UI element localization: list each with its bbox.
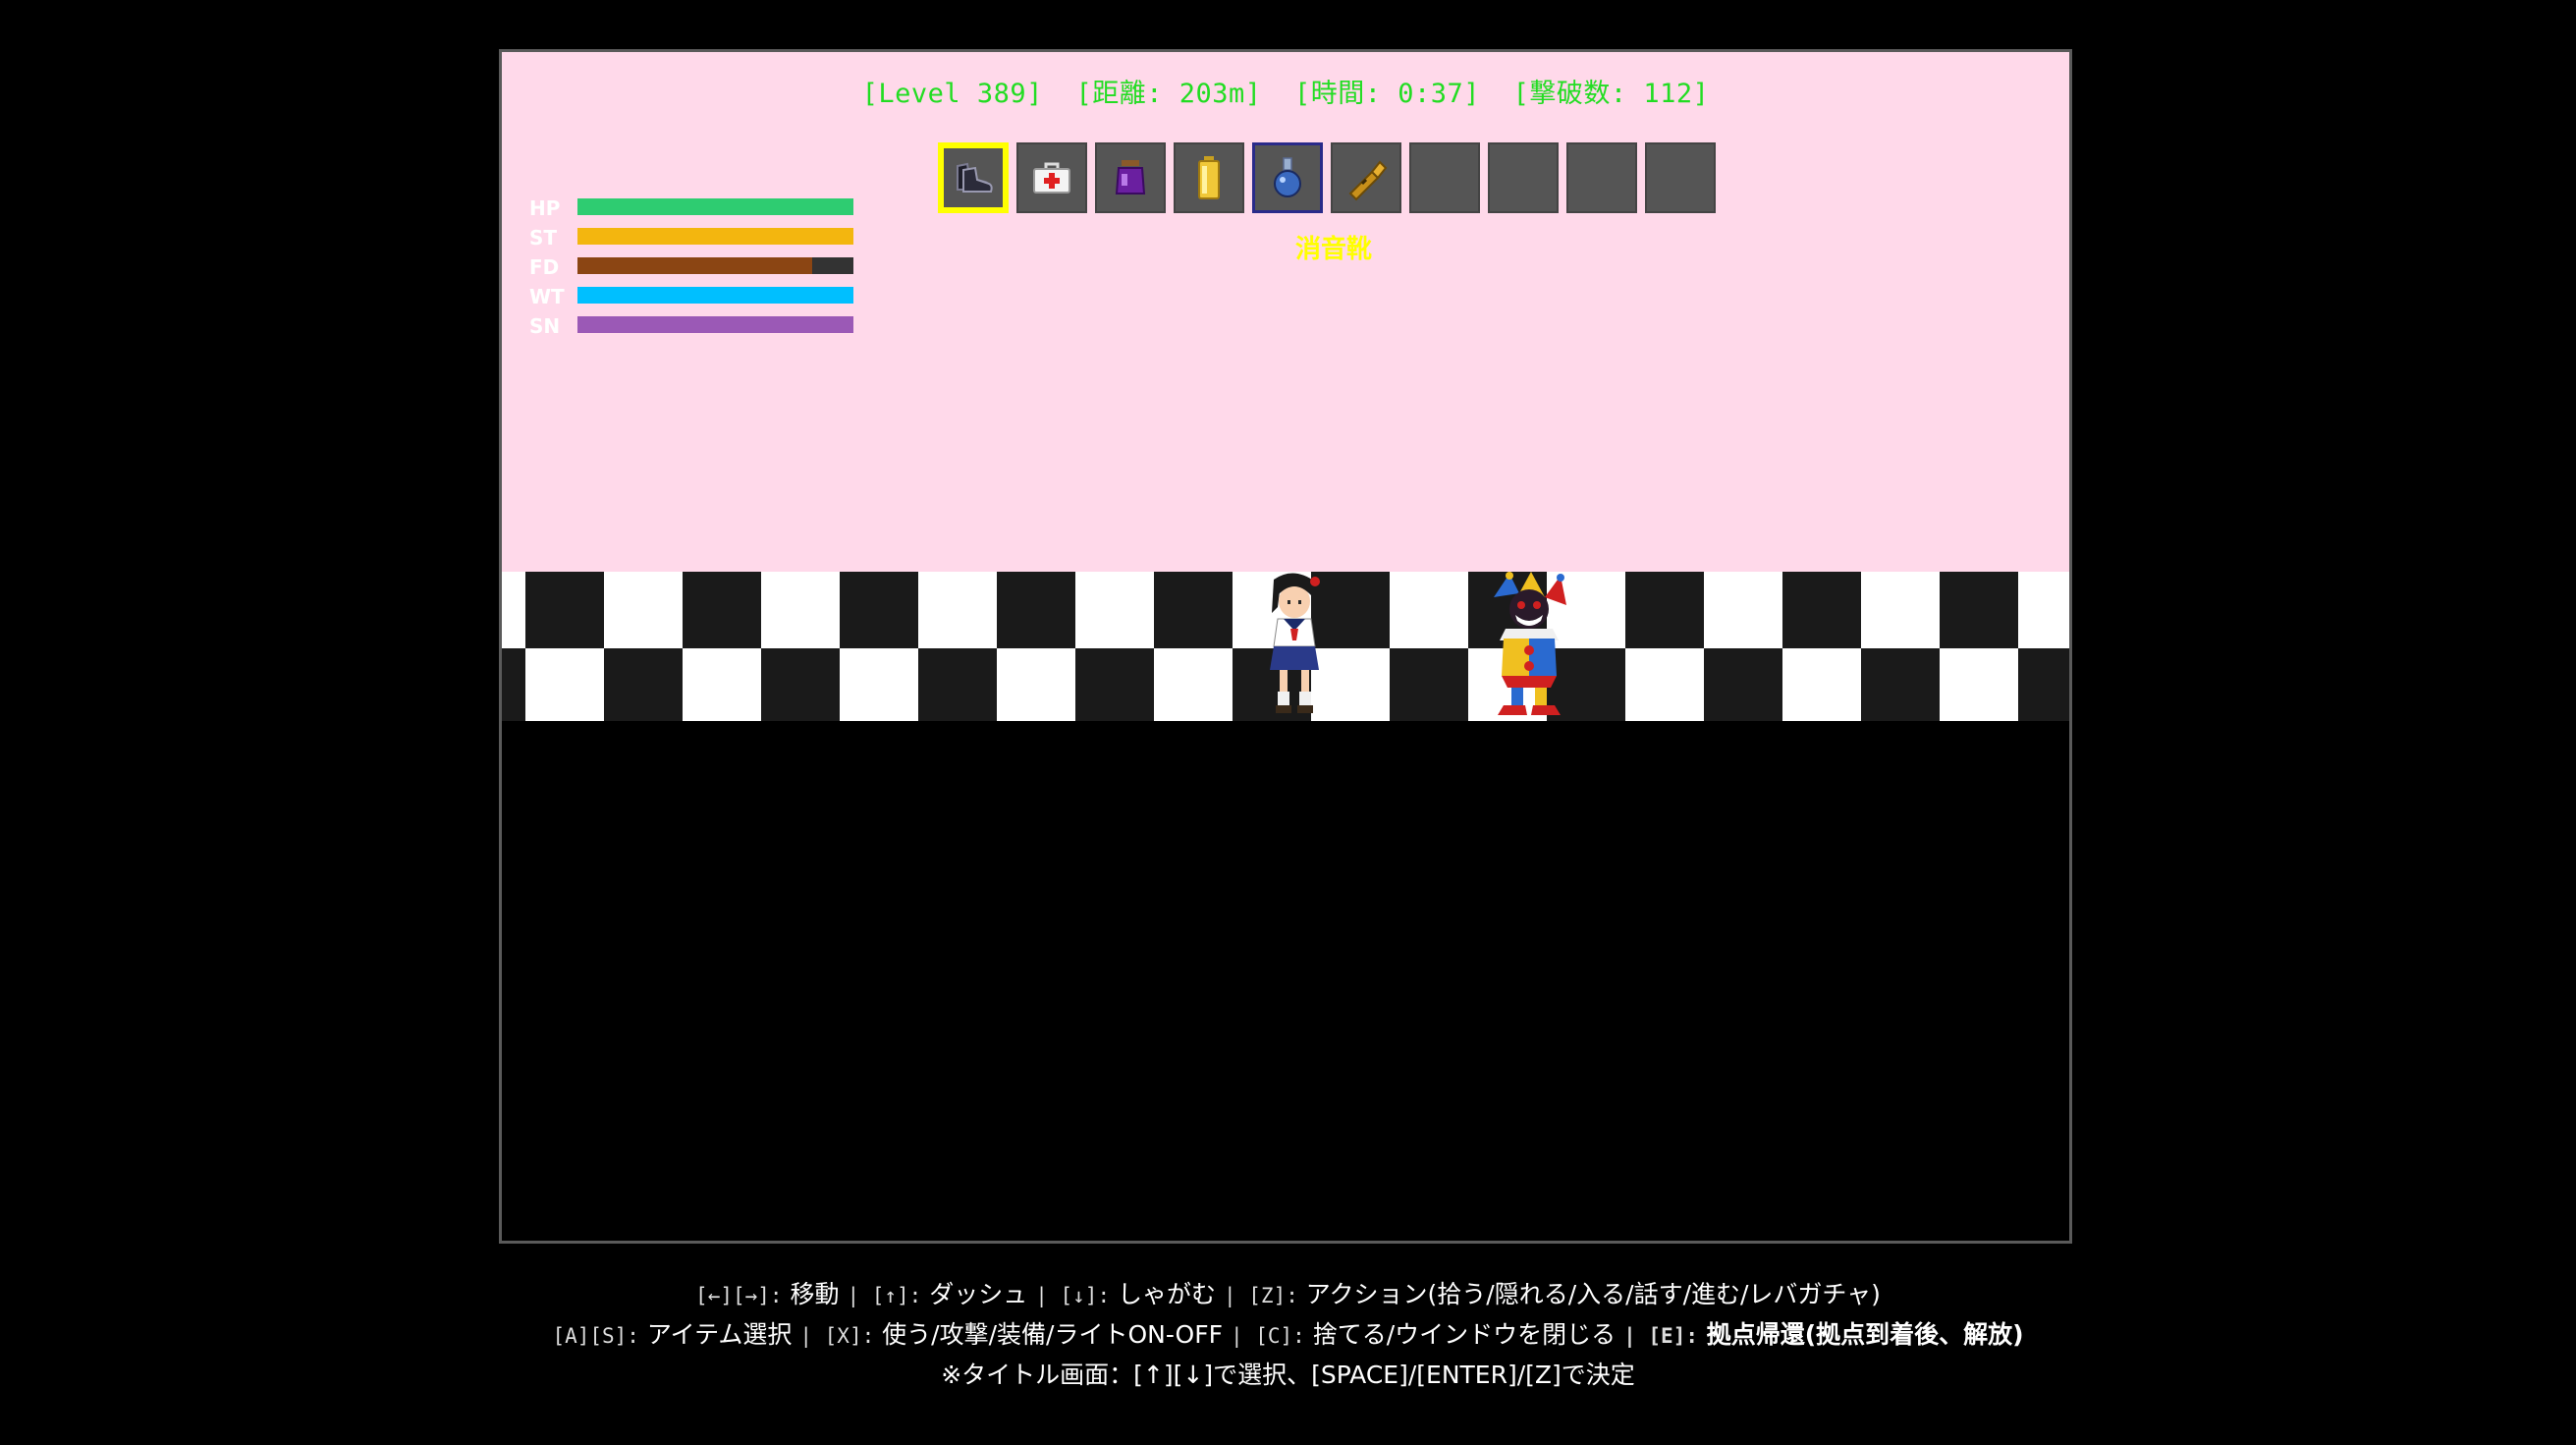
inventory-slot-5[interactable]	[1252, 142, 1323, 213]
game-viewport: [Level 389] [距離: 203m] [時間: 0:37] [撃破数: …	[499, 49, 2072, 1244]
stat-label: ST	[529, 226, 558, 250]
purple-potion-jar-icon	[1115, 160, 1146, 195]
hud-distance: [距離: 203m]	[1075, 79, 1262, 109]
stat-fill	[577, 198, 853, 215]
stat-fill	[577, 287, 853, 304]
stat-bar	[577, 257, 853, 274]
stat-label: FD	[529, 255, 560, 279]
hud-level: [Level 389]	[861, 79, 1043, 109]
stat-bar	[577, 228, 853, 245]
clown-enemy-sprite	[1494, 572, 1566, 715]
stat-bar	[577, 198, 853, 215]
inventory-slot-10[interactable]	[1645, 142, 1716, 213]
sky-background	[502, 52, 2069, 572]
inventory-slot-9[interactable]	[1566, 142, 1637, 213]
inventory-slot-2[interactable]	[1016, 142, 1087, 213]
inventory-slot-1[interactable]	[938, 142, 1009, 213]
shoes-icon	[957, 162, 993, 193]
schoolgirl-player-sprite	[1270, 573, 1320, 713]
blue-flask-icon	[1274, 157, 1301, 197]
controls-line-3: ※タイトル画面：[↑][↓]で選択、[SPACE]/[ENTER]/[Z]で決定	[941, 1361, 1635, 1389]
controls-line-1: [←][→]: 移動 | [↑]: ダッシュ | [↓]: しゃがむ | [Z]…	[695, 1280, 1881, 1308]
stat-bar	[577, 316, 853, 333]
inventory-slot-8[interactable]	[1488, 142, 1559, 213]
inventory-slot-6[interactable]	[1331, 142, 1401, 213]
inventory-slot-7[interactable]	[1409, 142, 1480, 213]
stat-label: WT	[529, 285, 565, 308]
battery-icon	[1198, 156, 1220, 199]
stat-label: HP	[529, 196, 561, 220]
selected-item-name: 消音靴	[1294, 235, 1372, 264]
stat-bar	[577, 287, 853, 304]
stat-fill	[577, 228, 853, 245]
stat-fill	[577, 257, 812, 274]
inventory-slot-3[interactable]	[1095, 142, 1166, 213]
flashlight-icon	[1348, 160, 1388, 201]
stat-fill	[577, 316, 853, 333]
hud-status-line: [Level 389] [距離: 203m] [時間: 0:37] [撃破数: …	[502, 72, 2069, 110]
inventory-slot-4[interactable]	[1174, 142, 1244, 213]
characters-layer	[1270, 572, 1566, 715]
hud-kills: [撃破数: 112]	[1512, 79, 1710, 109]
stat-label: SN	[529, 314, 561, 338]
first-aid-kit-icon	[1033, 162, 1070, 194]
controls-line-2: [A][S]: アイテム選択 | [X]: 使う/攻撃/装備/ライトON-OFF…	[552, 1320, 2024, 1349]
controls-help: [←][→]: 移動 | [↑]: ダッシュ | [↓]: しゃがむ | [Z]…	[0, 1275, 2576, 1394]
hud-time: [時間: 0:37]	[1294, 79, 1481, 109]
